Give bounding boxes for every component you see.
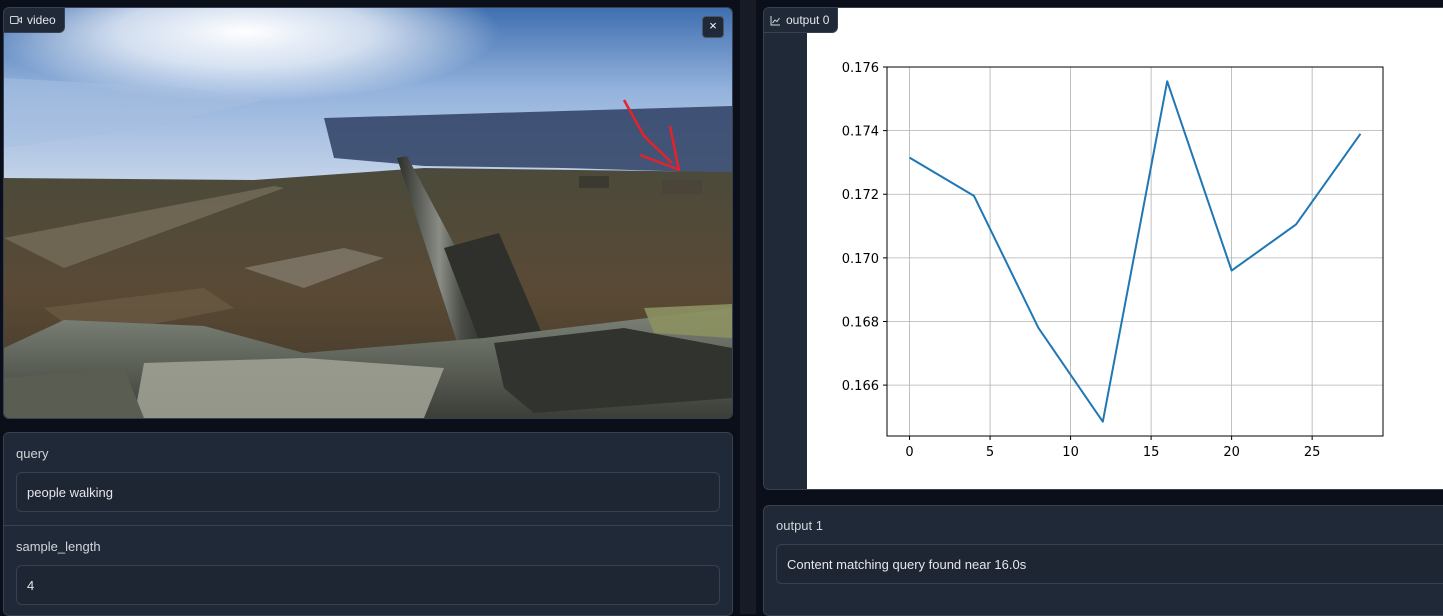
right-column: output 0 05101520250.1660.1680.1700.1720…: [756, 0, 1443, 614]
video-player[interactable]: video ×: [3, 7, 733, 419]
output-1-text: Content matching query found near 16.0s: [787, 557, 1026, 572]
x-tick-label: 20: [1223, 445, 1240, 460]
x-tick-label: 15: [1143, 445, 1160, 460]
x-tick-label: 0: [905, 445, 913, 460]
video-frame-tank-barrel: [4, 8, 732, 418]
close-video-button[interactable]: ×: [702, 16, 724, 38]
series-line: [910, 81, 1361, 421]
query-label: query: [16, 446, 49, 461]
x-tick-label: 10: [1062, 445, 1079, 460]
output-0-label: output 0: [764, 8, 838, 33]
y-tick-label: 0.174: [842, 125, 879, 140]
x-tick-label: 25: [1304, 445, 1321, 460]
sample-length-field-group: sample_length: [4, 526, 732, 616]
video-block-label: video: [4, 8, 65, 33]
y-tick-label: 0.176: [842, 61, 879, 76]
y-tick-label: 0.172: [842, 188, 879, 203]
y-tick-label: 0.170: [842, 252, 879, 267]
video-label-text: video: [27, 13, 56, 27]
y-tick-label: 0.166: [842, 379, 879, 394]
output-0-label-text: output 0: [786, 13, 829, 27]
sample-length-label: sample_length: [16, 539, 101, 554]
sample-length-input[interactable]: [16, 565, 720, 605]
query-field-group: query: [4, 433, 732, 526]
output-1-label: output 1: [776, 518, 823, 533]
video-camera-icon: [10, 15, 22, 25]
output-1-textbox[interactable]: Content matching query found near 16.0s: [776, 544, 1443, 584]
query-input[interactable]: [16, 472, 720, 512]
left-column: video ×: [0, 0, 740, 614]
line-chart: 0 5 10 15 20 25 0.166 0.168 0.170 0.172 0.174 0.176: [807, 8, 1443, 489]
output-1-block: output 1 Content matching query found ne…: [763, 505, 1443, 616]
output-0-plot-block: output 0 05101520250.1660.1680.1700.1720…: [763, 7, 1443, 490]
plot-area: 0 5 10 15 20 25 0.166 0.168 0.170 0.172 0.174 0.176: [807, 8, 1443, 489]
chart-icon: [770, 15, 781, 26]
y-tick-label: 0.168: [842, 315, 879, 330]
inputs-panel: query sample_length: [3, 432, 733, 616]
column-divider: [740, 0, 756, 614]
x-tick-label: 5: [986, 445, 994, 460]
